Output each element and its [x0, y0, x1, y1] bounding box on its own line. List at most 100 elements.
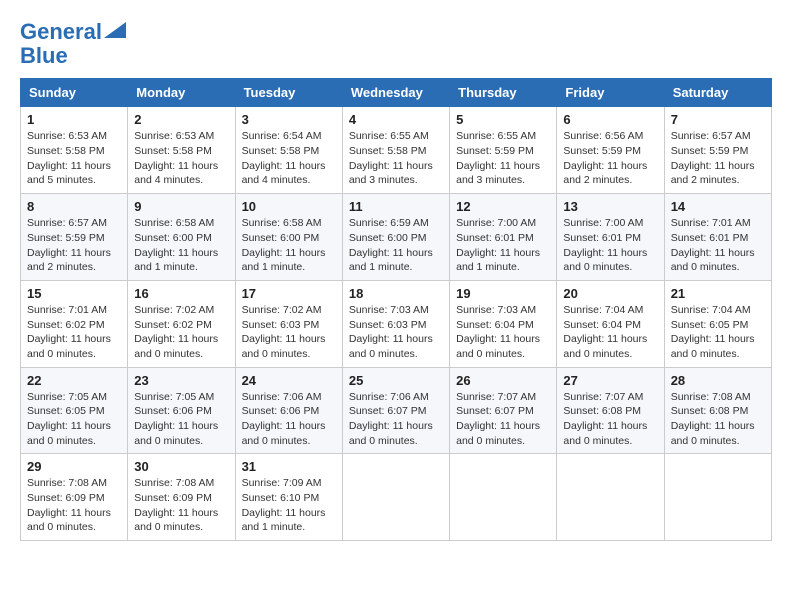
day-number: 7: [671, 112, 765, 127]
calendar-day-14: 14 Sunrise: 7:01 AMSunset: 6:01 PMDaylig…: [664, 194, 771, 281]
day-detail: Sunrise: 7:08 AMSunset: 6:09 PMDaylight:…: [27, 477, 111, 533]
calendar-day-16: 16 Sunrise: 7:02 AMSunset: 6:02 PMDaylig…: [128, 280, 235, 367]
calendar-day-26: 26 Sunrise: 7:07 AMSunset: 6:07 PMDaylig…: [450, 367, 557, 454]
weekday-header-saturday: Saturday: [664, 79, 771, 107]
weekday-header-thursday: Thursday: [450, 79, 557, 107]
day-detail: Sunrise: 6:57 AMSunset: 5:59 PMDaylight:…: [27, 217, 111, 273]
calendar-day-24: 24 Sunrise: 7:06 AMSunset: 6:06 PMDaylig…: [235, 367, 342, 454]
day-detail: Sunrise: 7:00 AMSunset: 6:01 PMDaylight:…: [563, 217, 647, 273]
day-number: 3: [242, 112, 336, 127]
day-detail: Sunrise: 6:58 AMSunset: 6:00 PMDaylight:…: [242, 217, 326, 273]
day-detail: Sunrise: 6:53 AMSunset: 5:58 PMDaylight:…: [27, 130, 111, 186]
empty-cell: [342, 454, 449, 541]
day-number: 27: [563, 373, 657, 388]
day-number: 25: [349, 373, 443, 388]
day-detail: Sunrise: 6:57 AMSunset: 5:59 PMDaylight:…: [671, 130, 755, 186]
day-number: 11: [349, 199, 443, 214]
empty-cell: [450, 454, 557, 541]
day-detail: Sunrise: 7:07 AMSunset: 6:08 PMDaylight:…: [563, 391, 647, 447]
calendar-table: SundayMondayTuesdayWednesdayThursdayFrid…: [20, 78, 772, 541]
day-number: 14: [671, 199, 765, 214]
day-detail: Sunrise: 7:09 AMSunset: 6:10 PMDaylight:…: [242, 477, 326, 533]
calendar-day-17: 17 Sunrise: 7:02 AMSunset: 6:03 PMDaylig…: [235, 280, 342, 367]
calendar-day-11: 11 Sunrise: 6:59 AMSunset: 6:00 PMDaylig…: [342, 194, 449, 281]
day-detail: Sunrise: 7:03 AMSunset: 6:03 PMDaylight:…: [349, 304, 433, 360]
day-detail: Sunrise: 7:03 AMSunset: 6:04 PMDaylight:…: [456, 304, 540, 360]
day-number: 2: [134, 112, 228, 127]
logo-general: General: [20, 19, 102, 44]
day-detail: Sunrise: 7:06 AMSunset: 6:06 PMDaylight:…: [242, 391, 326, 447]
day-number: 21: [671, 286, 765, 301]
calendar-day-15: 15 Sunrise: 7:01 AMSunset: 6:02 PMDaylig…: [21, 280, 128, 367]
day-detail: Sunrise: 7:04 AMSunset: 6:04 PMDaylight:…: [563, 304, 647, 360]
day-number: 1: [27, 112, 121, 127]
day-detail: Sunrise: 7:07 AMSunset: 6:07 PMDaylight:…: [456, 391, 540, 447]
day-detail: Sunrise: 7:00 AMSunset: 6:01 PMDaylight:…: [456, 217, 540, 273]
day-number: 22: [27, 373, 121, 388]
calendar-day-27: 27 Sunrise: 7:07 AMSunset: 6:08 PMDaylig…: [557, 367, 664, 454]
calendar-day-21: 21 Sunrise: 7:04 AMSunset: 6:05 PMDaylig…: [664, 280, 771, 367]
day-number: 28: [671, 373, 765, 388]
day-detail: Sunrise: 6:55 AMSunset: 5:58 PMDaylight:…: [349, 130, 433, 186]
calendar-day-23: 23 Sunrise: 7:05 AMSunset: 6:06 PMDaylig…: [128, 367, 235, 454]
calendar-day-18: 18 Sunrise: 7:03 AMSunset: 6:03 PMDaylig…: [342, 280, 449, 367]
day-number: 6: [563, 112, 657, 127]
weekday-header-wednesday: Wednesday: [342, 79, 449, 107]
day-number: 13: [563, 199, 657, 214]
calendar-day-4: 4 Sunrise: 6:55 AMSunset: 5:58 PMDayligh…: [342, 107, 449, 194]
logo-blue: Blue: [20, 44, 68, 68]
weekday-header-friday: Friday: [557, 79, 664, 107]
calendar-day-25: 25 Sunrise: 7:06 AMSunset: 6:07 PMDaylig…: [342, 367, 449, 454]
calendar-day-8: 8 Sunrise: 6:57 AMSunset: 5:59 PMDayligh…: [21, 194, 128, 281]
day-number: 15: [27, 286, 121, 301]
calendar-day-9: 9 Sunrise: 6:58 AMSunset: 6:00 PMDayligh…: [128, 194, 235, 281]
calendar-day-31: 31 Sunrise: 7:09 AMSunset: 6:10 PMDaylig…: [235, 454, 342, 541]
calendar-day-2: 2 Sunrise: 6:53 AMSunset: 5:58 PMDayligh…: [128, 107, 235, 194]
day-detail: Sunrise: 6:53 AMSunset: 5:58 PMDaylight:…: [134, 130, 218, 186]
day-number: 4: [349, 112, 443, 127]
day-detail: Sunrise: 6:54 AMSunset: 5:58 PMDaylight:…: [242, 130, 326, 186]
empty-cell: [664, 454, 771, 541]
day-number: 5: [456, 112, 550, 127]
day-detail: Sunrise: 7:01 AMSunset: 6:02 PMDaylight:…: [27, 304, 111, 360]
day-number: 9: [134, 199, 228, 214]
calendar-day-3: 3 Sunrise: 6:54 AMSunset: 5:58 PMDayligh…: [235, 107, 342, 194]
logo: General Blue: [20, 20, 126, 68]
day-number: 23: [134, 373, 228, 388]
day-number: 24: [242, 373, 336, 388]
calendar-day-10: 10 Sunrise: 6:58 AMSunset: 6:00 PMDaylig…: [235, 194, 342, 281]
calendar-day-22: 22 Sunrise: 7:05 AMSunset: 6:05 PMDaylig…: [21, 367, 128, 454]
day-detail: Sunrise: 7:05 AMSunset: 6:06 PMDaylight:…: [134, 391, 218, 447]
weekday-header-monday: Monday: [128, 79, 235, 107]
day-detail: Sunrise: 6:59 AMSunset: 6:00 PMDaylight:…: [349, 217, 433, 273]
day-number: 12: [456, 199, 550, 214]
day-number: 18: [349, 286, 443, 301]
day-detail: Sunrise: 7:08 AMSunset: 6:09 PMDaylight:…: [134, 477, 218, 533]
day-number: 31: [242, 459, 336, 474]
calendar-day-13: 13 Sunrise: 7:00 AMSunset: 6:01 PMDaylig…: [557, 194, 664, 281]
calendar-day-29: 29 Sunrise: 7:08 AMSunset: 6:09 PMDaylig…: [21, 454, 128, 541]
day-detail: Sunrise: 7:01 AMSunset: 6:01 PMDaylight:…: [671, 217, 755, 273]
calendar-day-5: 5 Sunrise: 6:55 AMSunset: 5:59 PMDayligh…: [450, 107, 557, 194]
day-number: 26: [456, 373, 550, 388]
day-number: 30: [134, 459, 228, 474]
day-detail: Sunrise: 6:56 AMSunset: 5:59 PMDaylight:…: [563, 130, 647, 186]
day-number: 17: [242, 286, 336, 301]
calendar-day-12: 12 Sunrise: 7:00 AMSunset: 6:01 PMDaylig…: [450, 194, 557, 281]
calendar-day-1: 1 Sunrise: 6:53 AMSunset: 5:58 PMDayligh…: [21, 107, 128, 194]
calendar-day-30: 30 Sunrise: 7:08 AMSunset: 6:09 PMDaylig…: [128, 454, 235, 541]
day-detail: Sunrise: 6:55 AMSunset: 5:59 PMDaylight:…: [456, 130, 540, 186]
weekday-header-tuesday: Tuesday: [235, 79, 342, 107]
empty-cell: [557, 454, 664, 541]
calendar-day-28: 28 Sunrise: 7:08 AMSunset: 6:08 PMDaylig…: [664, 367, 771, 454]
day-detail: Sunrise: 7:02 AMSunset: 6:02 PMDaylight:…: [134, 304, 218, 360]
day-detail: Sunrise: 7:02 AMSunset: 6:03 PMDaylight:…: [242, 304, 326, 360]
calendar-day-7: 7 Sunrise: 6:57 AMSunset: 5:59 PMDayligh…: [664, 107, 771, 194]
weekday-header-sunday: Sunday: [21, 79, 128, 107]
calendar-day-19: 19 Sunrise: 7:03 AMSunset: 6:04 PMDaylig…: [450, 280, 557, 367]
calendar-day-20: 20 Sunrise: 7:04 AMSunset: 6:04 PMDaylig…: [557, 280, 664, 367]
day-detail: Sunrise: 6:58 AMSunset: 6:00 PMDaylight:…: [134, 217, 218, 273]
day-detail: Sunrise: 7:08 AMSunset: 6:08 PMDaylight:…: [671, 391, 755, 447]
day-number: 16: [134, 286, 228, 301]
day-number: 10: [242, 199, 336, 214]
